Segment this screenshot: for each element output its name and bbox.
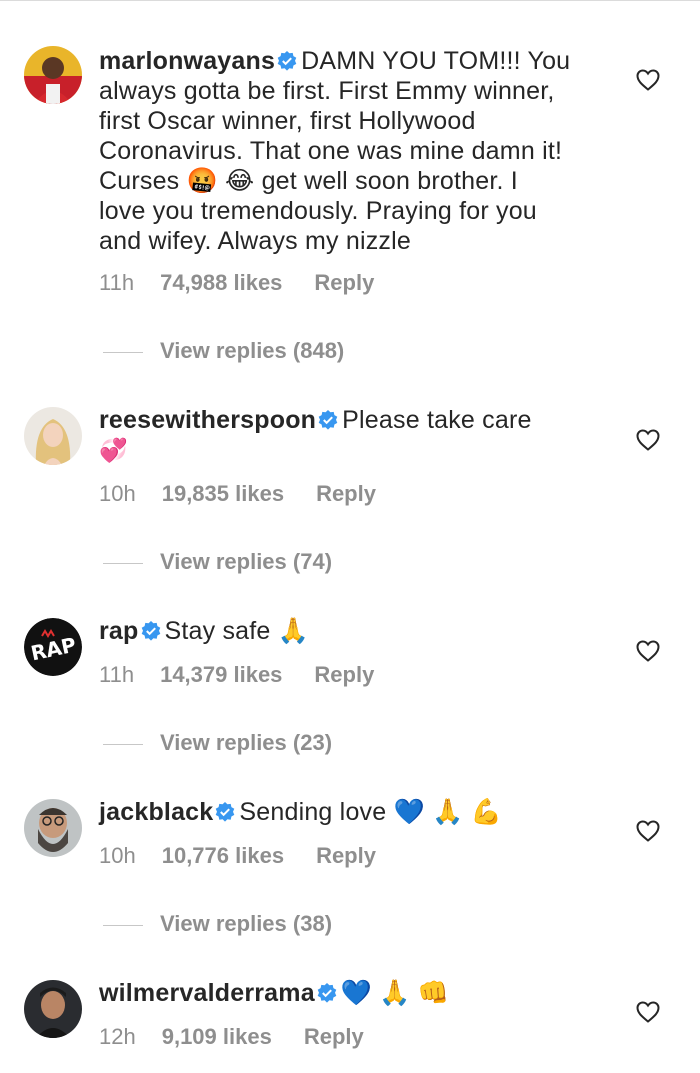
verified-badge-icon: [318, 410, 338, 430]
comment-meta: 11h 14,379 likes Reply: [99, 662, 374, 688]
view-replies-button[interactable]: View replies (38): [103, 911, 332, 937]
username[interactable]: rap: [99, 617, 139, 645]
comment-meta: 12h 9,109 likes Reply: [99, 1024, 364, 1050]
comment-text-line: always gotta be first. First Emmy winner…: [99, 77, 555, 105]
comment-text-line: Coronavirus. That one was mine damn it!: [99, 137, 563, 165]
reply-button[interactable]: Reply: [316, 481, 376, 507]
comment-meta: 11h 74,988 likes Reply: [99, 270, 374, 296]
comment-body: marlonwayans DAMN YOU TOM!!! You always g…: [99, 46, 599, 256]
comment-time: 11h: [99, 662, 135, 687]
heart-outline-icon[interactable]: [636, 429, 660, 451]
username[interactable]: wilmervalderrama: [99, 979, 315, 1007]
reply-button[interactable]: Reply: [314, 270, 374, 296]
verified-badge-icon: [317, 983, 337, 1003]
view-replies-button[interactable]: View replies (848): [103, 338, 344, 364]
comment-text-line: DAMN YOU TOM!!! You: [301, 47, 571, 75]
view-replies-label: View replies (23): [160, 730, 333, 755]
comment-meta: 10h 19,835 likes Reply: [99, 481, 376, 507]
heart-outline-icon[interactable]: [636, 1001, 660, 1023]
reply-thread-line: [103, 562, 143, 564]
comment-body: rap Stay safe 🙏: [99, 616, 599, 646]
username[interactable]: reesewitherspoon: [99, 406, 316, 434]
view-replies-label: View replies (38): [160, 911, 333, 936]
comment-text-line: Curses 🤬 😂 get well soon brother. I: [99, 167, 518, 195]
avatar[interactable]: [24, 407, 82, 465]
comment-text-line: Please take care: [342, 406, 532, 434]
verified-badge-icon: [277, 51, 297, 71]
reply-button[interactable]: Reply: [314, 662, 374, 688]
comment-time: 10h: [99, 843, 136, 868]
like-count[interactable]: 9,109 likes: [162, 1024, 272, 1050]
verified-badge-icon: [215, 802, 235, 822]
top-divider: [0, 0, 700, 1]
avatar[interactable]: [24, 980, 82, 1038]
comment-time: 11h: [99, 270, 135, 295]
like-count[interactable]: 10,776 likes: [162, 843, 284, 869]
like-count[interactable]: 19,835 likes: [162, 481, 284, 507]
view-replies-button[interactable]: View replies (23): [103, 730, 332, 756]
avatar[interactable]: [24, 46, 82, 104]
comment-time: 12h: [99, 1024, 136, 1049]
reply-button[interactable]: Reply: [304, 1024, 364, 1050]
like-count[interactable]: 74,988 likes: [160, 270, 282, 296]
heart-outline-icon[interactable]: [636, 640, 660, 662]
comment-text-line: and wifey. Always my nizzle: [99, 227, 411, 255]
heart-outline-icon[interactable]: [636, 820, 660, 842]
comment-meta: 10h 10,776 likes Reply: [99, 843, 376, 869]
heart-outline-icon[interactable]: [636, 69, 660, 91]
comment-text-line: Stay safe 🙏: [164, 617, 310, 645]
comment-text-line: Sending love 💙 🙏 💪: [239, 798, 502, 826]
comment-text-line: 💙 🙏 👊: [340, 979, 450, 1007]
comment-text-line: first Oscar winner, first Hollywood: [99, 107, 476, 135]
comment-time: 10h: [99, 481, 136, 506]
comment-text-line: 💞: [99, 438, 128, 464]
view-replies-label: View replies (848): [160, 338, 345, 363]
reply-thread-line: [103, 743, 143, 745]
view-replies-button[interactable]: View replies (74): [103, 549, 332, 575]
reply-button[interactable]: Reply: [316, 843, 376, 869]
like-count[interactable]: 14,379 likes: [160, 662, 282, 688]
comment-body: reesewitherspoon Please take care 💞: [99, 405, 599, 466]
username[interactable]: jackblack: [99, 798, 213, 826]
username[interactable]: marlonwayans: [99, 47, 275, 75]
avatar[interactable]: [24, 799, 82, 857]
comment-body: wilmervalderrama 💙 🙏 👊: [99, 978, 599, 1008]
verified-badge-icon: [141, 621, 161, 641]
reply-thread-line: [103, 351, 143, 353]
comment-text-line: love you tremendously. Praying for you: [99, 197, 537, 225]
comment-body: jackblack Sending love 💙 🙏 💪: [99, 797, 599, 827]
view-replies-label: View replies (74): [160, 549, 333, 574]
reply-thread-line: [103, 924, 143, 926]
avatar[interactable]: RAP: [24, 618, 82, 676]
